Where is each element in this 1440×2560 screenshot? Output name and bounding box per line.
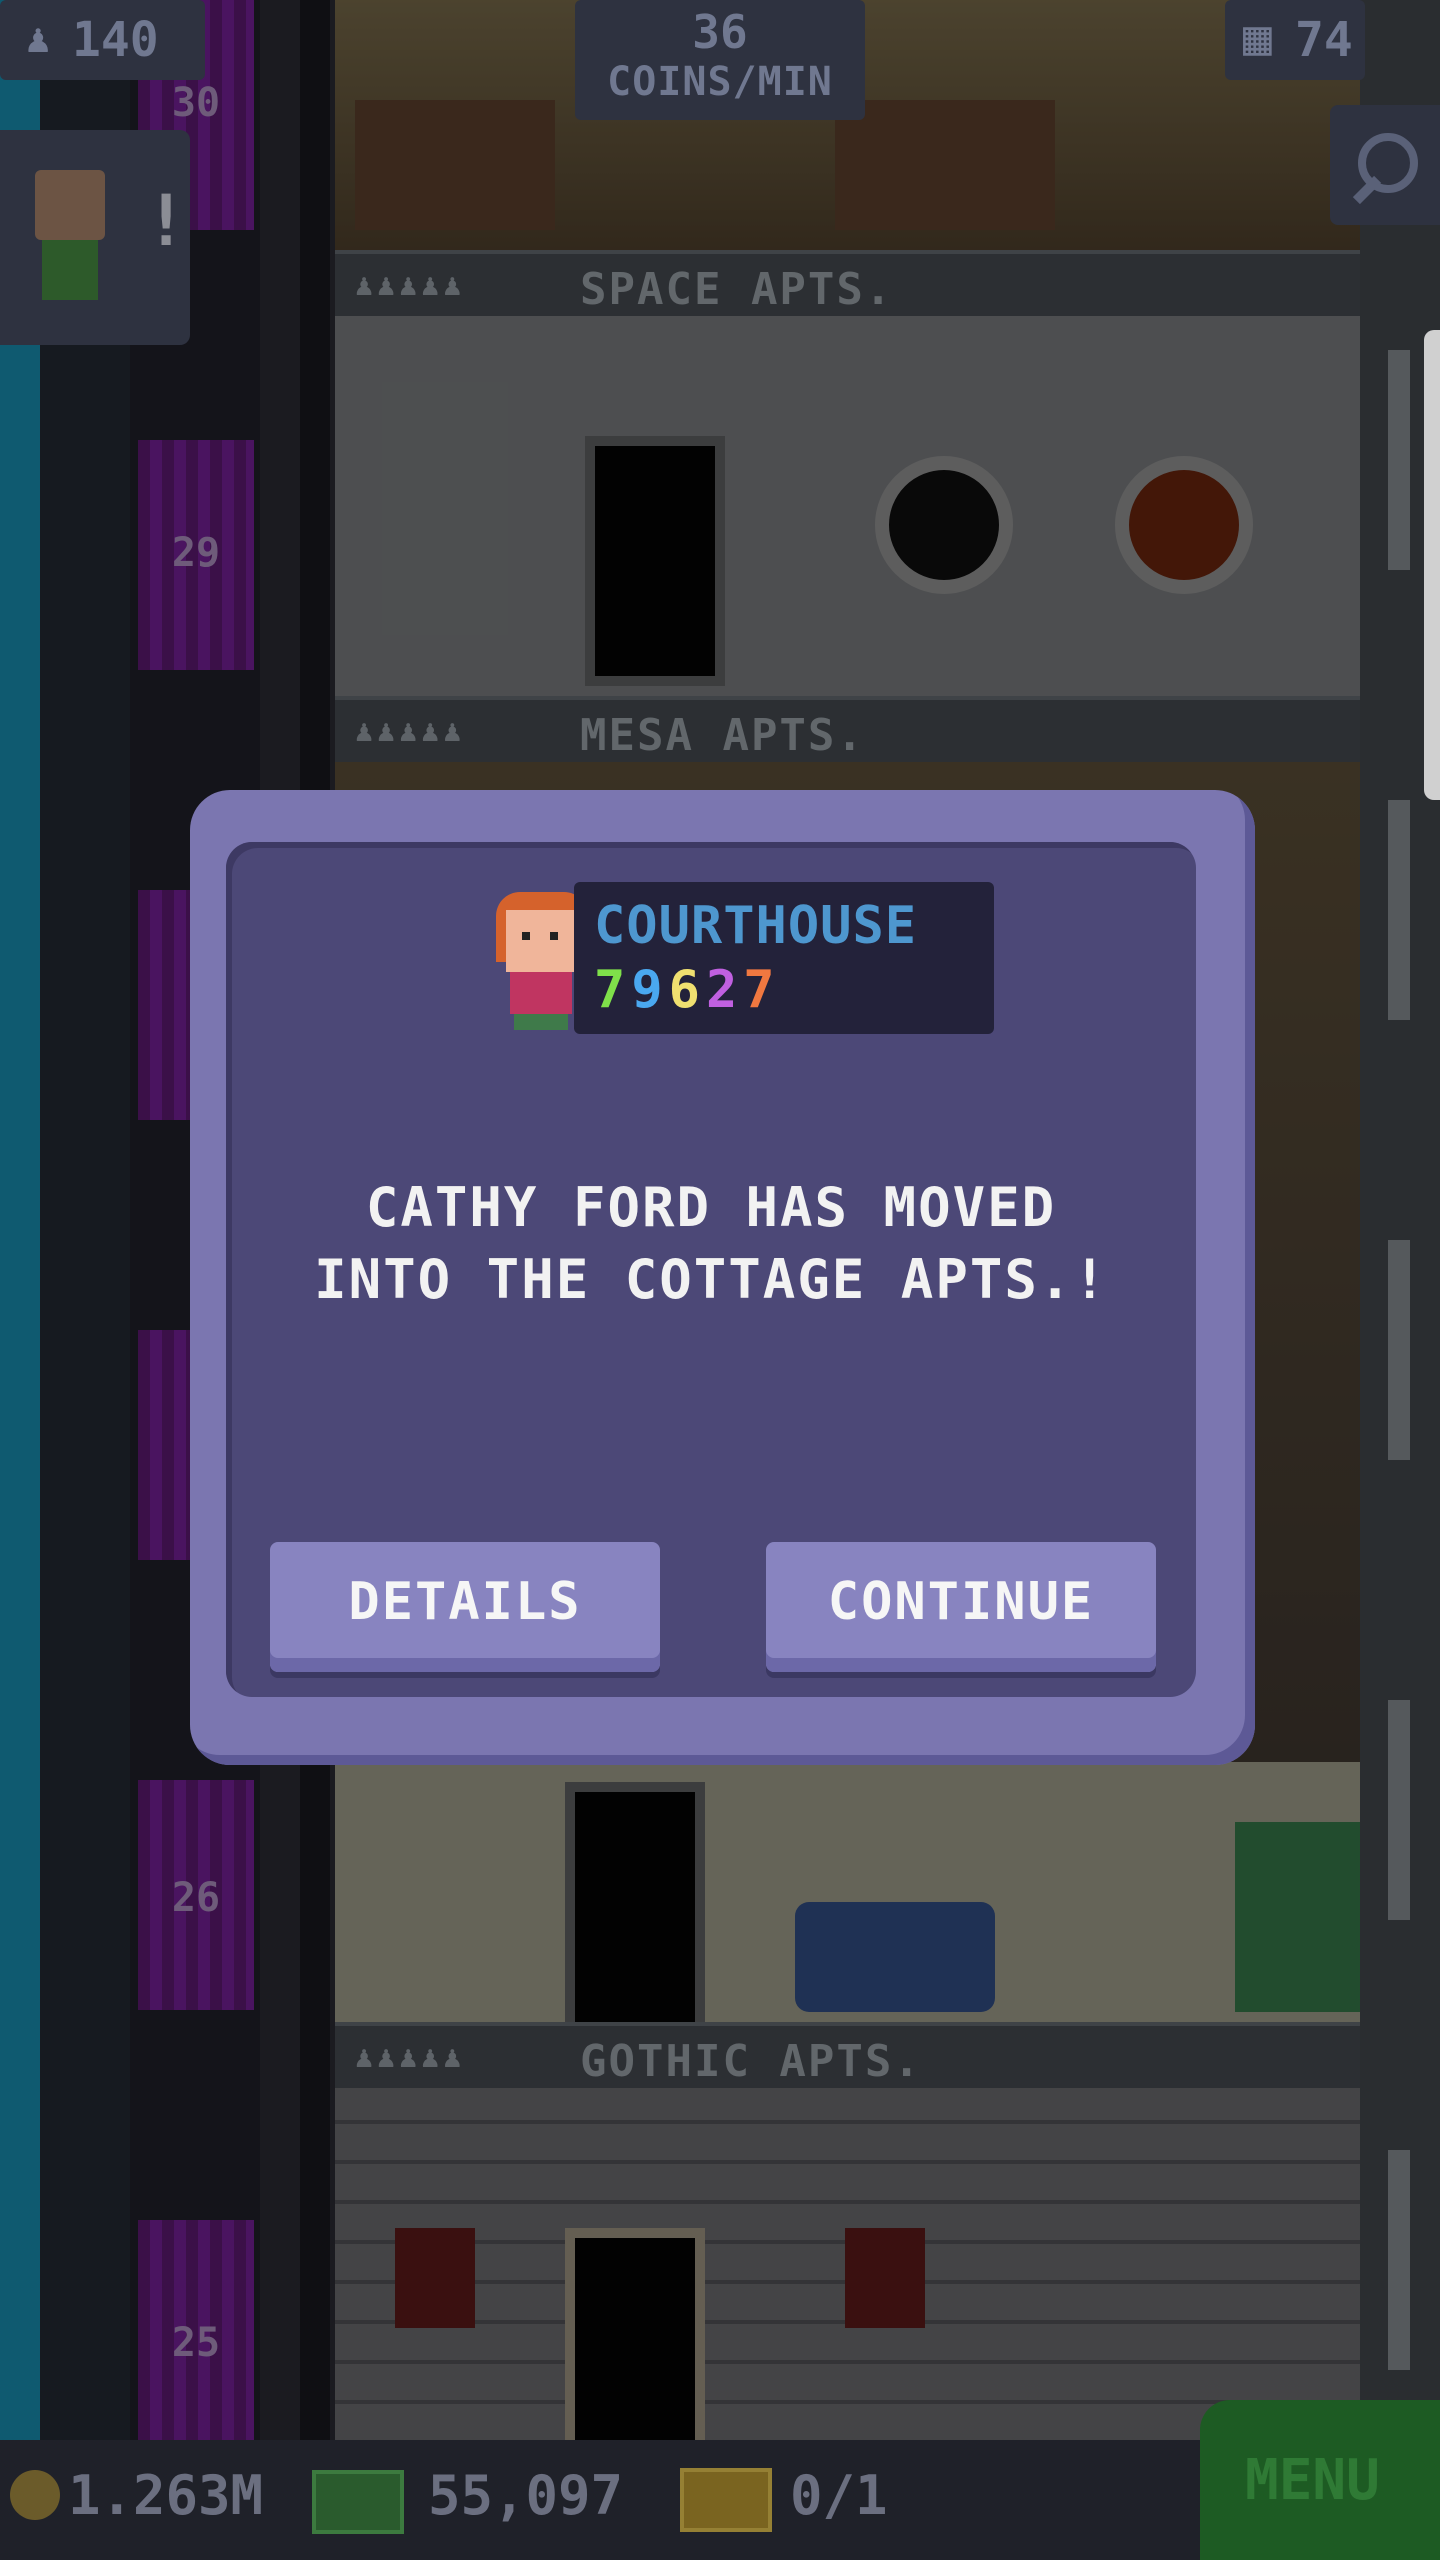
coins-per-minute-value: 36 [692,5,748,59]
wall-slot [1388,350,1410,570]
occupancy-icons: ♟♟♟♟♟ [355,268,466,303]
visitor-alert-button[interactable]: ! [0,130,190,345]
wall-slot [1388,2150,1410,2370]
bux-icon [312,2470,404,2534]
floor-label[interactable]: ♟♟♟♟♟ MESA APTS. [335,696,1360,762]
coins-per-minute-unit: COINS/MIN [607,59,833,105]
dialog-panel: COURTHOUSE 79627 CATHY FORD HAS MOVED IN… [226,842,1196,1697]
dialog-message: CATHY FORD HAS MOVED INTO THE COTTAGE AP… [226,1172,1196,1316]
menu-label: MENU [1245,2448,1380,2513]
coins-value: 1.263M [68,2464,264,2527]
left-shaft [40,0,130,2440]
skill-digit: 6 [668,960,706,1020]
dream-job-digits: 79627 [594,960,781,1020]
skill-digit: 7 [743,960,781,1020]
menu-button[interactable]: MENU [1200,2400,1440,2560]
person-icon: ♟ [26,16,51,62]
floor-room[interactable] [335,316,1360,696]
floor-label[interactable]: ♟♟♟♟♟ SPACE APTS. [335,250,1360,316]
skill-digit: 2 [705,960,744,1020]
exclamation-icon: ! [145,180,188,262]
floor-name: MESA APTS. [580,710,865,761]
floor-label[interactable]: ♟♟♟♟♟ GOTHIC APTS. [335,2022,1360,2088]
details-button[interactable]: DETAILS [270,1542,660,1672]
coins-per-minute: 36 COINS/MIN [575,0,865,120]
skill-digit: 9 [631,960,669,1020]
wall-slot [1388,1700,1410,1920]
population-value: 140 [72,12,159,68]
floor-counter[interactable]: ▦ 74 [1225,0,1365,80]
search-button[interactable] [1330,105,1440,225]
occupancy-icons: ♟♟♟♟♟ [355,714,466,749]
floor-room[interactable] [335,2088,1360,2440]
continue-button[interactable]: CONTINUE [766,1542,1156,1672]
building-icon: ▦ [1243,10,1272,66]
business-name: COURTHOUSE [594,896,918,956]
job-info-box: COURTHOUSE 79627 [574,882,994,1034]
population-counter[interactable]: ♟ 140 [0,0,205,80]
floor-count-value: 74 [1295,12,1353,68]
elevator-floor-number: 26 [171,1875,221,1921]
floor-name: SPACE APTS. [580,264,894,315]
message-line: CATHY FORD HAS MOVED [365,1176,1057,1239]
sky [0,0,40,2440]
visitor-avatar-body [42,240,98,300]
floor-name: GOTHIC APTS. [580,2036,922,2087]
move-in-dialog: COURTHOUSE 79627 CATHY FORD HAS MOVED IN… [190,790,1255,1765]
message-line: INTO THE COTTAGE APTS.! [314,1248,1108,1311]
floor-room[interactable] [335,1762,1360,2022]
bux-value: 55,097 [428,2464,624,2527]
wall-slot [1388,800,1410,1020]
elevator-floor-number: 29 [171,530,221,576]
visitor-avatar [35,170,105,240]
ticket-chest-icon[interactable] [680,2468,772,2532]
side-drawer-handle[interactable] [1424,330,1440,800]
coin-icon [10,2470,60,2520]
tickets-value: 0/1 [790,2464,888,2527]
skill-digit: 7 [594,960,632,1020]
occupancy-icons: ♟♟♟♟♟ [355,2040,466,2075]
wall-slot [1388,1240,1410,1460]
elevator-floor-number: 25 [171,2320,221,2366]
elevator-floor-number: 30 [171,80,221,126]
